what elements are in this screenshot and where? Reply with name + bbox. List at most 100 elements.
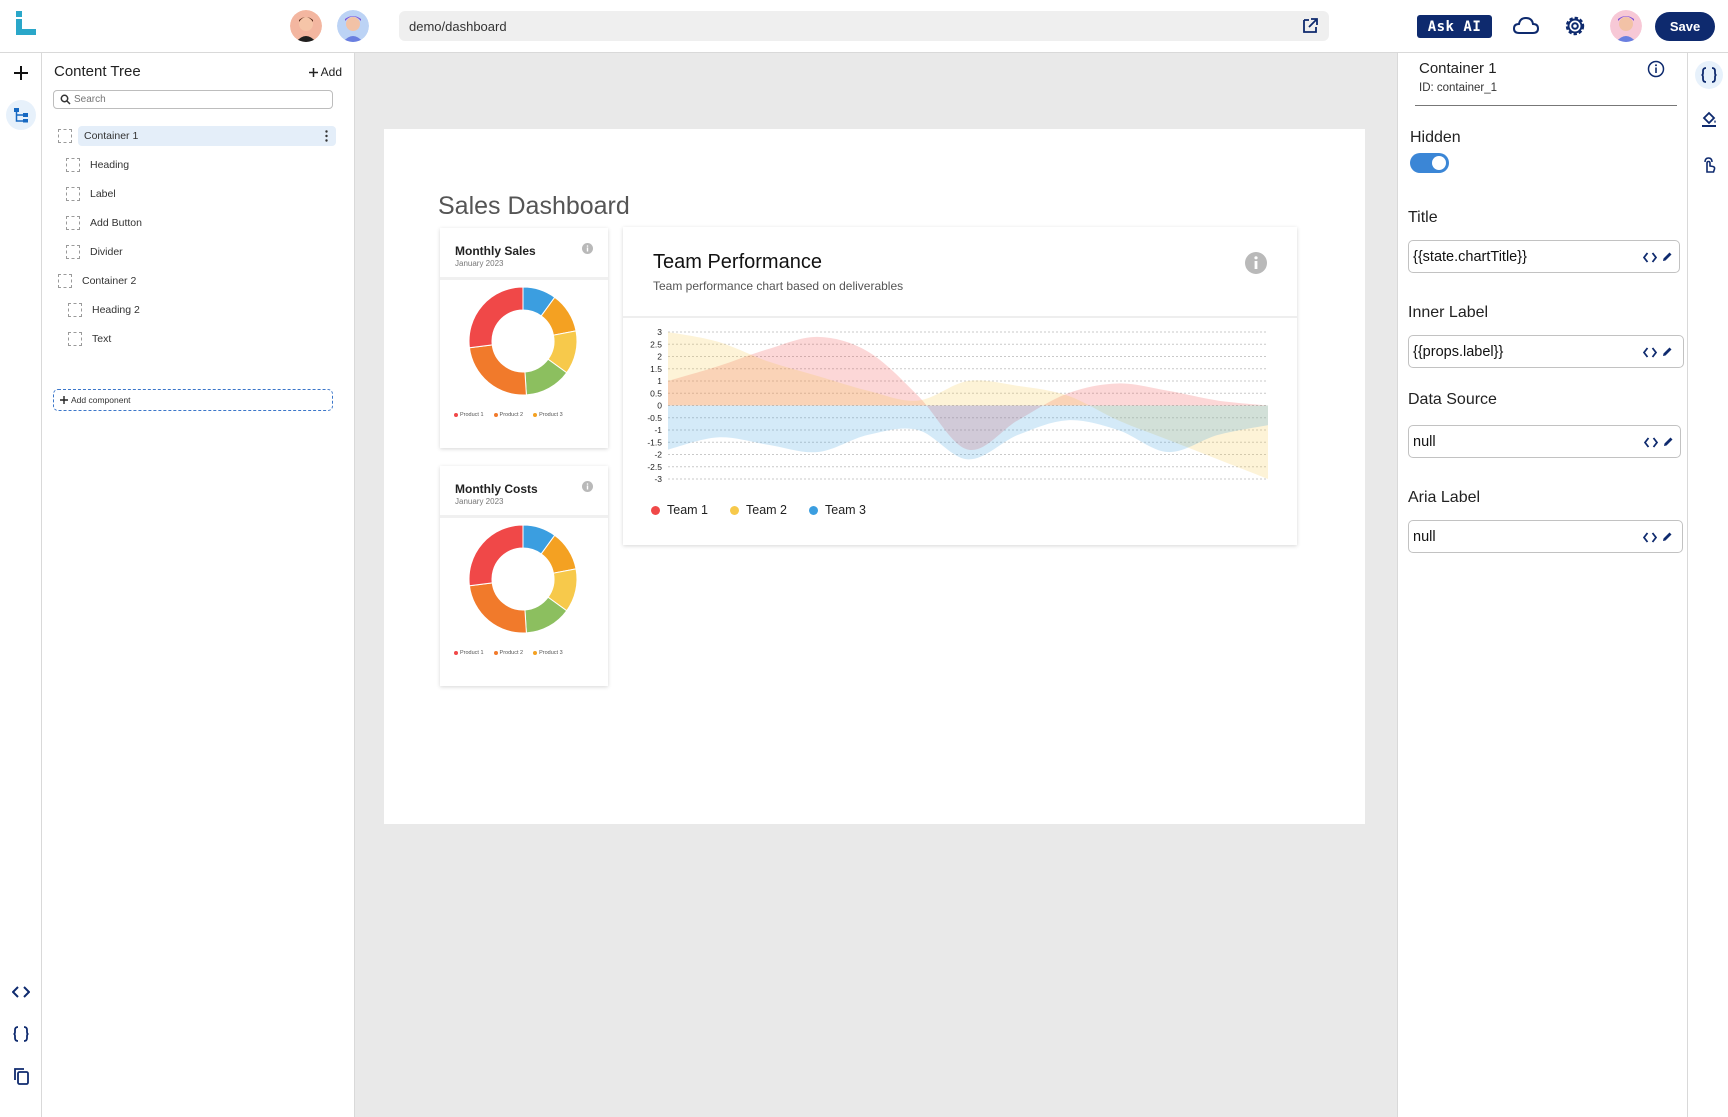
component-box-icon xyxy=(66,216,80,230)
tree-search-field[interactable] xyxy=(53,90,333,109)
copy-button[interactable] xyxy=(6,1061,36,1091)
collaborator-avatar-1[interactable] xyxy=(290,10,322,42)
legend-item-team-1[interactable]: Team 1 xyxy=(651,503,708,517)
braces-icon xyxy=(13,1026,29,1042)
more-options-icon[interactable] xyxy=(325,130,328,142)
donut-slice xyxy=(468,582,527,634)
component-box-icon xyxy=(66,245,80,259)
save-button[interactable]: Save xyxy=(1655,12,1715,41)
hidden-label: Hidden xyxy=(1410,129,1461,146)
ask-ai-button[interactable]: Ask AI xyxy=(1417,15,1492,38)
hidden-toggle[interactable] xyxy=(1410,153,1449,173)
card-subtitle: January 2023 xyxy=(455,497,504,506)
data-source-label: Data Source xyxy=(1408,391,1497,408)
search-icon xyxy=(60,94,71,105)
legend-item-team-3[interactable]: Team 3 xyxy=(809,503,866,517)
json-view-button[interactable] xyxy=(6,1019,36,1049)
code-icon[interactable] xyxy=(1643,251,1657,264)
info-icon[interactable] xyxy=(582,243,593,254)
tree-item-container-1[interactable]: Container 1 xyxy=(58,126,336,146)
tree-item-label[interactable]: Label xyxy=(66,184,116,204)
app-logo[interactable] xyxy=(16,11,36,35)
tree-item-label: Heading xyxy=(90,159,130,171)
y-tick-label: 3 xyxy=(657,327,662,337)
code-icon[interactable] xyxy=(1643,531,1657,544)
y-tick-label: 0.5 xyxy=(650,388,662,398)
y-tick-label: 2 xyxy=(657,352,662,362)
tree-item-add-button[interactable]: Add Button xyxy=(66,213,142,233)
editor-canvas: Sales Dashboard Monthly Sales January 20… xyxy=(355,53,1397,1117)
legend-item-team-2[interactable]: Team 2 xyxy=(730,503,787,517)
tree-item-label: Text xyxy=(92,333,112,345)
info-icon[interactable] xyxy=(1245,252,1267,274)
donut-legend: Product 1 Product 2 Product 3 xyxy=(454,650,563,656)
chart-title: Team Performance xyxy=(653,251,822,273)
code-icon[interactable] xyxy=(1644,436,1658,449)
left-rail xyxy=(0,53,42,1117)
code-icon[interactable] xyxy=(1643,346,1657,359)
interactions-tab[interactable] xyxy=(1695,151,1723,179)
component-id: ID: container_1 xyxy=(1419,82,1497,94)
plus-icon xyxy=(14,66,28,80)
info-icon[interactable] xyxy=(582,481,593,492)
team-performance-area-chart: 3 2.5 2 1.5 1 0.5 0 -0.5 -1 -1.5 -2 -2.5 -3 xyxy=(647,327,1268,484)
plus-icon xyxy=(60,396,68,404)
legend-item: Product 2 xyxy=(493,650,523,656)
properties-tab[interactable] xyxy=(1695,61,1723,89)
tree-item-heading-2[interactable]: Heading 2 xyxy=(68,300,140,320)
add-element-button[interactable] xyxy=(6,58,36,88)
area-series-team-3 xyxy=(668,405,1268,460)
aria-label-label: Aria Label xyxy=(1408,489,1481,506)
title-label: Title xyxy=(1408,209,1438,226)
team-performance-card[interactable]: Team Performance Team performance chart … xyxy=(623,227,1297,545)
braces-icon xyxy=(1701,67,1717,83)
component-box-icon xyxy=(58,129,72,143)
open-external-icon[interactable] xyxy=(1301,17,1319,35)
y-tick-label: -3 xyxy=(654,474,662,484)
card-divider xyxy=(623,316,1297,318)
url-bar[interactable]: demo/dashboard xyxy=(399,11,1329,41)
edit-pencil-icon[interactable] xyxy=(1661,251,1673,263)
component-name: Container 1 xyxy=(1419,60,1497,77)
url-text: demo/dashboard xyxy=(409,19,507,34)
tree-item-text[interactable]: Text xyxy=(68,329,111,349)
info-icon[interactable] xyxy=(1647,60,1665,78)
tree-item-heading[interactable]: Heading xyxy=(66,155,129,175)
data-source-field[interactable]: null xyxy=(1408,425,1681,458)
y-tick-label: -2 xyxy=(654,450,662,460)
cloud-icon[interactable] xyxy=(1512,12,1540,40)
title-field[interactable]: {{state.chartTitle}} xyxy=(1408,240,1680,273)
edit-pencil-icon[interactable] xyxy=(1662,436,1674,448)
content-tree-title: Content Tree xyxy=(54,63,141,80)
styles-tab[interactable] xyxy=(1695,105,1723,133)
tree-icon xyxy=(14,108,28,123)
page-title[interactable]: Sales Dashboard xyxy=(438,192,630,221)
paint-bucket-icon xyxy=(1702,111,1716,127)
content-tree-button[interactable] xyxy=(6,100,36,130)
sales-donut-chart xyxy=(468,286,578,396)
user-avatar[interactable] xyxy=(1610,10,1642,42)
card-subtitle: January 2023 xyxy=(455,259,504,268)
gear-icon[interactable] xyxy=(1561,12,1589,40)
aria-label-field[interactable]: null xyxy=(1408,520,1683,553)
monthly-costs-card[interactable]: Monthly Costs January 2023 Product 1 Pro… xyxy=(440,466,608,686)
tree-add-button[interactable]: Add xyxy=(308,65,342,79)
tree-item-label: Label xyxy=(90,188,116,200)
legend-item: Product 1 xyxy=(454,412,484,418)
tree-search-input[interactable] xyxy=(74,92,324,107)
title-value: {{state.chartTitle}} xyxy=(1413,249,1527,265)
edit-pencil-icon[interactable] xyxy=(1661,531,1673,543)
add-component-button[interactable]: Add component xyxy=(53,389,333,411)
component-box-icon xyxy=(68,332,82,346)
edit-pencil-icon[interactable] xyxy=(1661,346,1673,358)
tree-item-divider[interactable]: Divider xyxy=(66,242,123,262)
monthly-sales-card[interactable]: Monthly Sales January 2023 Product 1 Pro… xyxy=(440,228,608,448)
tree-item-container-2[interactable]: Container 2 xyxy=(58,271,136,291)
collaborator-avatar-2[interactable] xyxy=(337,10,369,42)
properties-panel: Container 1 ID: container_1 Hidden Title… xyxy=(1397,53,1687,1117)
code-view-button[interactable] xyxy=(6,977,36,1007)
page-container[interactable]: Sales Dashboard Monthly Sales January 20… xyxy=(384,129,1365,824)
y-tick-label: 1.5 xyxy=(650,364,662,374)
inner-label-field[interactable]: {{props.label}} xyxy=(1408,335,1684,368)
donut-legend: Product 1 Product 2 Product 3 xyxy=(454,412,563,418)
